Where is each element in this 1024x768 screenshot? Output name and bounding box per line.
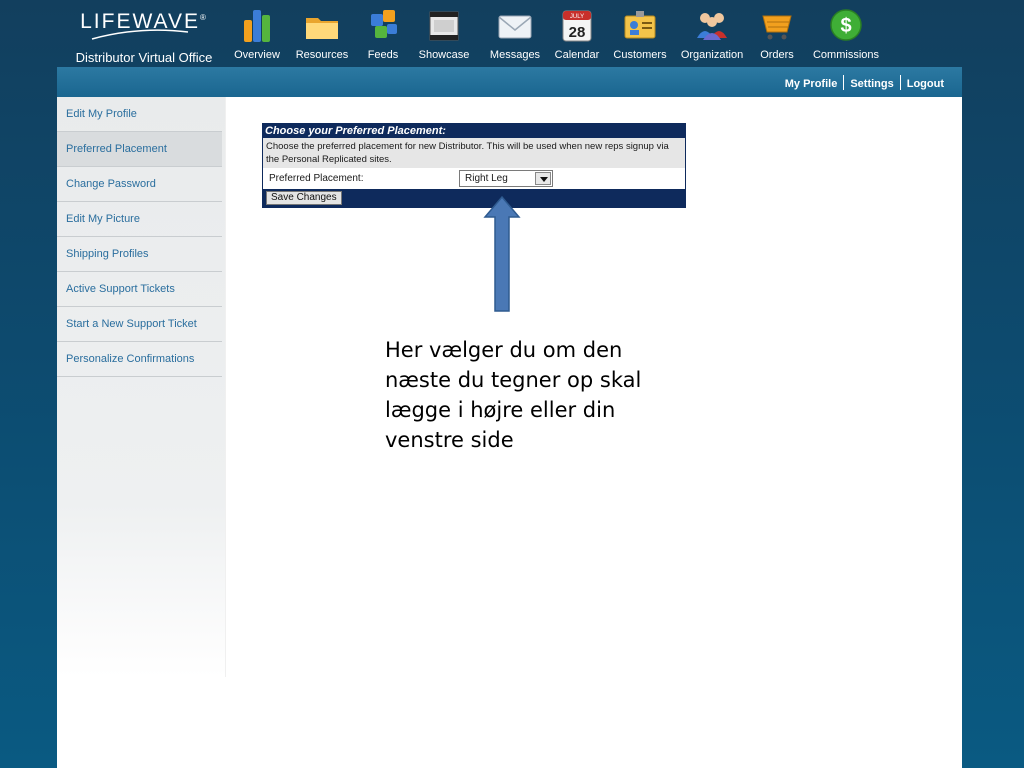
account-links: My Profile Settings Logout [785,75,944,90]
logout-link[interactable]: Logout [907,78,944,90]
nav-label: Organization [680,49,744,61]
form-footer: Save Changes [263,189,685,207]
separator [843,75,845,90]
form-title: Choose your Preferred Placement: [265,125,446,137]
nav-label: Messages [489,49,541,61]
nav-label: Feeds [367,49,399,61]
dollar-symbol: $ [840,15,851,37]
my-profile-link[interactable]: My Profile [785,78,838,90]
nav-label: Commissions [812,49,879,61]
logo-swoosh-icon [91,29,189,40]
nav-feeds[interactable]: Feeds [358,0,408,68]
calendar-day: 28 [569,24,586,41]
annotation-arrow-icon [483,195,521,312]
sidebar-item-shipping-profiles[interactable]: Shipping Profiles [57,237,222,272]
separator [899,75,901,90]
dollar-icon: $ [830,9,862,41]
nav-showcase[interactable]: Showcase [412,0,476,68]
sidebar-item-edit-my-profile[interactable]: Edit My Profile [57,97,222,132]
nav-customers[interactable]: Customers [610,0,670,68]
brand-subtitle: Distributor Virtual Office [75,50,213,65]
content-panel: My Profile Settings Logout Edit My Profile… [57,67,962,768]
nav-organization[interactable]: Organization [678,0,746,68]
annotation-text: Her vælger du om den næste du tegner op … [385,338,642,452]
nav-label: Overview [234,49,280,61]
form-description: Choose the preferred placement for new D… [263,138,685,168]
preferred-placement-form: Choose your Preferred Placement: Choose … [262,123,686,208]
nav-label: Resources [295,49,349,61]
sidebar-item-edit-my-picture[interactable]: Edit My Picture [57,202,222,237]
nav-label: Showcase [418,49,470,61]
sidebar-item-preferred-placement[interactable]: Preferred Placement [57,132,222,167]
nav-commissions[interactable]: $ Commissions [810,0,882,68]
nav-calendar[interactable]: JULY 28 Calendar [550,0,604,68]
nav-label: Customers [613,49,667,61]
save-changes-button[interactable]: Save Changes [266,191,342,205]
placement-label: Preferred Placement: [269,173,364,184]
nav-orders[interactable]: Orders [756,0,798,68]
chart-icon [244,10,270,42]
nav-label: Calendar [554,49,600,61]
film-icon [429,11,459,41]
sidebar-item-personalize-confirmations[interactable]: Personalize Confirmations [57,342,222,377]
feeds-icon [371,10,397,38]
nav-messages[interactable]: Messages [484,0,546,68]
folder-icon [306,18,338,39]
sidebar-item-change-password[interactable]: Change Password [57,167,222,202]
cart-icon [762,15,792,40]
sidebar-item-active-support-tickets[interactable]: Active Support Tickets [57,272,222,307]
calendar-month: JULY [570,14,584,20]
people-icon [697,13,727,40]
sidebar: Edit My Profile Preferred Placement Chan… [57,97,226,677]
settings-link[interactable]: Settings [850,78,893,90]
id-card-icon [624,11,656,39]
nav-overview[interactable]: Overview [226,0,288,68]
placement-select[interactable]: Right Leg [459,170,553,187]
nav-label: Orders [760,49,794,61]
calendar-icon: JULY 28 [562,10,592,42]
envelope-icon [498,15,532,39]
brand-logo[interactable]: LIFEWAVE® Distributor Virtual Office [68,4,220,66]
placement-row: Preferred Placement: Right Leg [263,168,685,189]
placement-selected-value: Right Leg [465,173,508,184]
chevron-down-icon[interactable] [535,172,551,185]
sub-toolbar: My Profile Settings Logout [57,67,962,97]
nav-resources[interactable]: Resources [290,0,354,68]
top-bar: LIFEWAVE® Distributor Virtual Office Ove… [0,0,1024,68]
sidebar-item-start-new-support-ticket[interactable]: Start a New Support Ticket [57,307,222,342]
